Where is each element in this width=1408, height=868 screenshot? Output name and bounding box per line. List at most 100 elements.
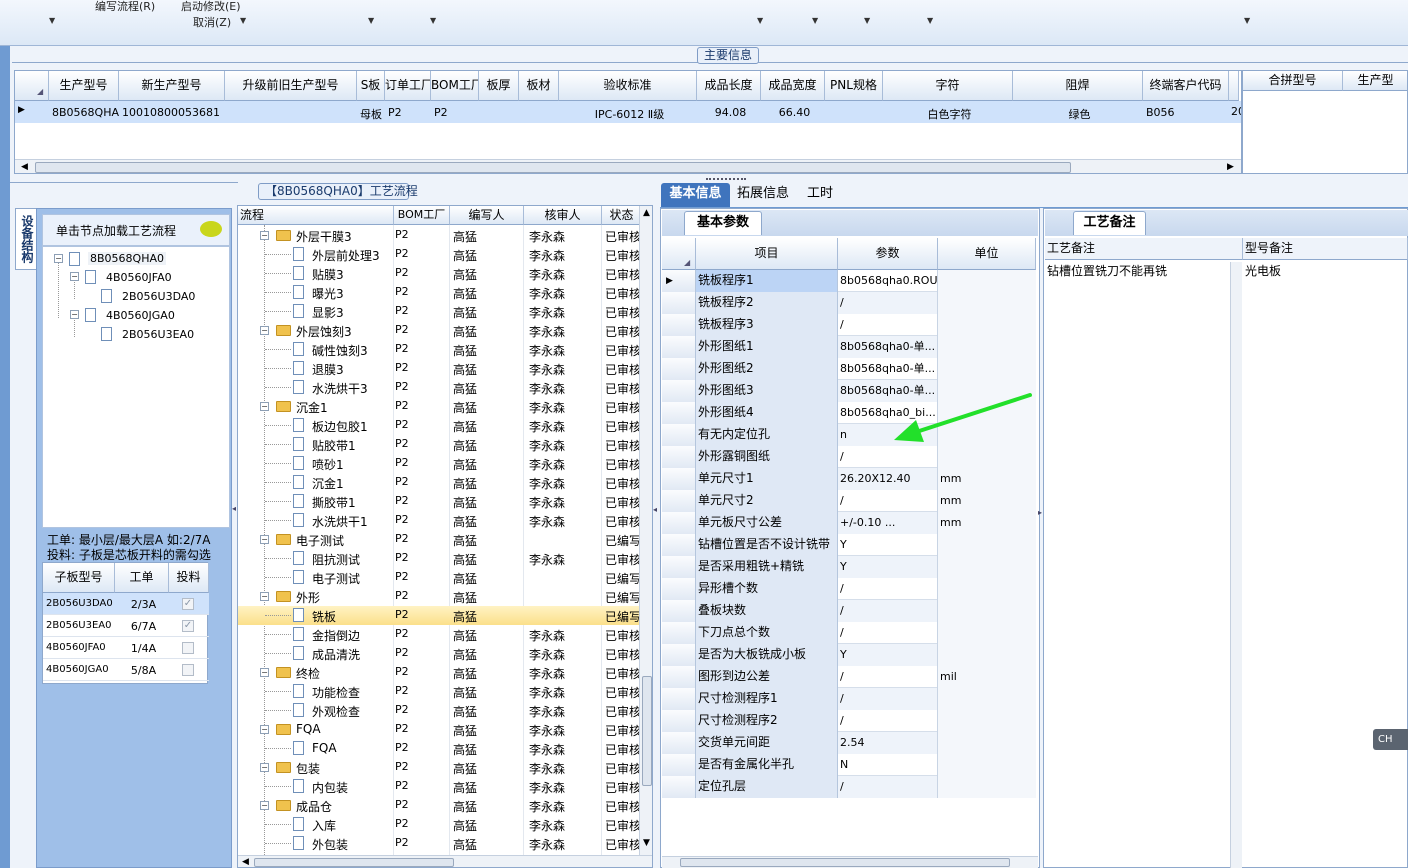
col-header[interactable]: 流程 bbox=[238, 206, 394, 225]
param-value[interactable]: / bbox=[838, 688, 938, 710]
list-item[interactable]: 碱性蚀刻3 P2 高猛 李永森 已审核 bbox=[238, 340, 652, 359]
row-header[interactable] bbox=[662, 314, 696, 336]
collapse-icon[interactable]: − bbox=[260, 763, 269, 772]
param-value[interactable]: 8b0568qha0.ROU bbox=[838, 270, 938, 292]
table-row[interactable]: 2B056U3EA0 6/7A ✓ bbox=[43, 615, 209, 637]
list-item[interactable]: 铣板 P2 高猛 已编写 bbox=[238, 606, 652, 625]
dropdown-caret-icon[interactable]: ▼ bbox=[927, 16, 933, 25]
tree-node[interactable]: 4B0560JFA0 bbox=[106, 271, 172, 284]
param-value[interactable]: / bbox=[838, 292, 938, 314]
table-row[interactable]: 是否采用粗铣+精铣 Y bbox=[662, 556, 1036, 578]
tree-node[interactable]: 2B056U3EA0 bbox=[122, 328, 194, 341]
list-item[interactable]: 功能检查 P2 高猛 李永森 已审核 bbox=[238, 682, 652, 701]
col-header[interactable]: 字符 bbox=[883, 71, 1013, 101]
dropdown-caret-icon[interactable]: ▼ bbox=[812, 16, 818, 25]
table-row[interactable]: 下刀点总个数 / bbox=[662, 622, 1036, 644]
collapse-icon[interactable]: − bbox=[260, 668, 269, 677]
table-row[interactable]: 4B0560JFA0 1/4A bbox=[43, 637, 209, 659]
params-grid[interactable]: ◢ 项目 参数 单位 铣板程序1 8b0568qha0.ROU 铣板程序2/铣板程序… bbox=[662, 238, 1036, 858]
dropdown-caret-icon[interactable]: ▼ bbox=[864, 16, 870, 25]
tab-process-remarks[interactable]: 工艺备注 bbox=[1073, 211, 1146, 235]
col-header[interactable]: 终端客户代码 bbox=[1143, 71, 1229, 101]
col-header[interactable]: 新生产型号 bbox=[119, 71, 225, 101]
row-header[interactable] bbox=[662, 336, 696, 358]
row-header[interactable] bbox=[662, 402, 696, 424]
col-header[interactable]: 升级前旧生产型号 bbox=[225, 71, 357, 101]
splitter-arrow-icon[interactable]: ◂ bbox=[653, 505, 657, 514]
feed-checkbox[interactable]: ✓ bbox=[182, 620, 194, 632]
tab-basic-info[interactable]: 基本信息 bbox=[661, 183, 730, 207]
row-header[interactable] bbox=[662, 688, 696, 710]
collapse-icon[interactable]: − bbox=[260, 592, 269, 601]
edit-flow-button[interactable]: 编写流程(R) bbox=[95, 0, 155, 14]
list-item[interactable]: 贴胶带1 P2 高猛 李永森 已审核 bbox=[238, 435, 652, 454]
table-row[interactable]: 外形图纸1 8b0568qha0-单... bbox=[662, 336, 1036, 358]
row-header[interactable] bbox=[662, 754, 696, 776]
table-row[interactable]: 尺寸检测程序1/ bbox=[662, 688, 1036, 710]
list-item[interactable]: FQA P2 高猛 李永森 已审核 bbox=[238, 739, 652, 758]
table-row[interactable]: 铣板程序2/ bbox=[662, 292, 1036, 314]
row-header[interactable] bbox=[662, 600, 696, 622]
arrow-right-icon[interactable]: ▶ bbox=[1227, 162, 1234, 172]
process-remark-text[interactable]: 钻槽位置铣刀不能再铣 bbox=[1047, 262, 1167, 279]
param-value[interactable]: / bbox=[838, 710, 938, 732]
col-header[interactable]: 型号备注 bbox=[1243, 238, 1408, 260]
list-item[interactable]: − 终检 P2 高猛 李永森 已审核 bbox=[238, 663, 652, 682]
col-header[interactable]: 验收标准 bbox=[559, 71, 697, 101]
col-header[interactable]: 编写人 bbox=[450, 206, 524, 225]
param-value[interactable]: / bbox=[838, 446, 938, 468]
row-header[interactable] bbox=[662, 666, 696, 688]
row-header[interactable] bbox=[662, 424, 696, 446]
col-header[interactable]: 项目 bbox=[696, 238, 838, 270]
list-item[interactable]: − 包装 P2 高猛 李永森 已审核 bbox=[238, 758, 652, 777]
row-header[interactable] bbox=[662, 578, 696, 600]
list-item[interactable]: − 外层蚀刻3 P2 高猛 李永森 已审核 bbox=[238, 321, 652, 340]
table-row[interactable]: 单元板尺寸公差 +/-0.10 ... mm bbox=[662, 512, 1036, 534]
col-header[interactable]: 成品长度 bbox=[697, 71, 761, 101]
table-row[interactable]: 2B056U3DA0 2/3A ✓ bbox=[43, 593, 209, 615]
param-value[interactable]: / bbox=[838, 776, 938, 798]
collapse-icon[interactable]: − bbox=[70, 272, 79, 281]
col-header[interactable]: S板 bbox=[357, 71, 385, 101]
col-header[interactable]: 生产型号 bbox=[49, 71, 119, 101]
list-item[interactable]: − FQA P2 高猛 李永森 已审核 bbox=[238, 720, 652, 739]
param-value[interactable]: N bbox=[838, 754, 938, 776]
list-item[interactable]: 贴膜3 P2 高猛 李永森 已审核 bbox=[238, 264, 652, 283]
arrow-down-icon[interactable]: ▼ bbox=[643, 838, 650, 848]
list-item[interactable]: 阻抗测试 P2 高猛 李永森 已审核 bbox=[238, 549, 652, 568]
table-row[interactable]: 外形图纸2 8b0568qha0-单... bbox=[662, 358, 1036, 380]
feed-checkbox[interactable] bbox=[182, 664, 194, 676]
vertical-scrollbar[interactable] bbox=[1230, 262, 1242, 868]
tab-work-hours[interactable]: 工时 bbox=[800, 183, 840, 207]
dropdown-caret-icon[interactable]: ▼ bbox=[430, 16, 436, 25]
list-item[interactable]: − 沉金1 P2 高猛 李永森 已审核 bbox=[238, 397, 652, 416]
dropdown-caret-icon[interactable]: ▼ bbox=[240, 16, 246, 25]
row-header[interactable] bbox=[662, 556, 696, 578]
list-item[interactable]: 显影3 P2 高猛 李永森 已审核 bbox=[238, 302, 652, 321]
list-item[interactable]: − 电子测试 P2 高猛 已编写 bbox=[238, 530, 652, 549]
param-value[interactable]: 2.54 bbox=[838, 732, 938, 754]
collapse-icon[interactable]: − bbox=[260, 801, 269, 810]
col-header[interactable]: 参数 bbox=[838, 238, 938, 270]
dropdown-caret-icon[interactable]: ▼ bbox=[757, 16, 763, 25]
param-value[interactable]: / bbox=[838, 490, 938, 512]
sub-board-grid[interactable]: 子板型号 工单 投料 2B056U3DA0 2/3A ✓ 2B056U3EA0 6/7A… bbox=[42, 562, 209, 684]
list-item[interactable]: 外包装 P2 高猛 李永森 已审核 bbox=[238, 834, 652, 853]
param-value[interactable]: / bbox=[838, 578, 938, 600]
horizontal-scrollbar[interactable]: ◀ bbox=[238, 855, 652, 867]
col-header[interactable]: 阻焊 bbox=[1013, 71, 1143, 101]
list-item[interactable]: 沉金1 P2 高猛 李永森 已审核 bbox=[238, 473, 652, 492]
row-header[interactable] bbox=[662, 292, 696, 314]
col-header[interactable]: PNL规格 bbox=[825, 71, 883, 101]
flow-tree-grid[interactable]: 流程 BOM工厂 编写人 核审人 状态 − 外层干膜3 P2 高猛 李永森 已审核 外层前处… bbox=[237, 205, 653, 868]
row-header[interactable] bbox=[662, 622, 696, 644]
table-row[interactable]: 外形露铜图纸 / bbox=[662, 446, 1036, 468]
table-row[interactable]: 异形槽个数 / bbox=[662, 578, 1036, 600]
table-row[interactable]: 单元尺寸1 26.20X12.40 mm bbox=[662, 468, 1036, 490]
scroll-thumb[interactable] bbox=[254, 858, 454, 867]
tree-node[interactable]: 4B0560JGA0 bbox=[106, 309, 175, 322]
table-row[interactable]: 钻槽位置是否不设计铣带 Y bbox=[662, 534, 1036, 556]
collapse-icon[interactable]: − bbox=[260, 231, 269, 240]
list-item[interactable]: 曝光3 P2 高猛 李永森 已审核 bbox=[238, 283, 652, 302]
table-row[interactable]: 图形到边公差 / mil bbox=[662, 666, 1036, 688]
